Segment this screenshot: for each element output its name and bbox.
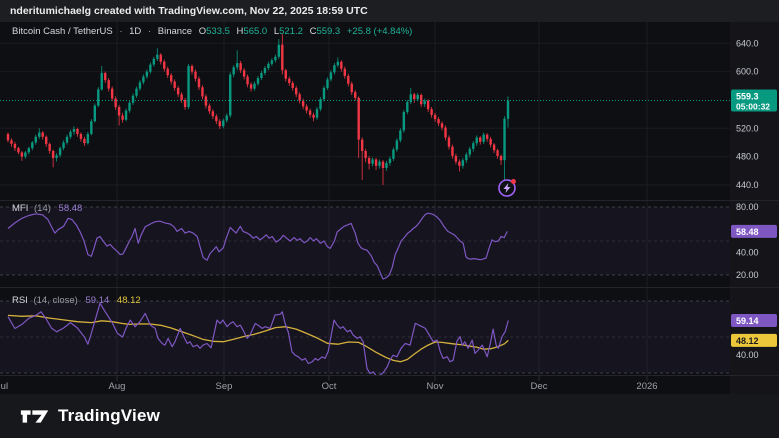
indicator-band	[0, 207, 730, 275]
rsi-value-badge: 59.14	[731, 314, 777, 327]
legend-separator: ·	[119, 26, 122, 37]
mfi-params: (14)	[34, 203, 51, 214]
price-axis-label: 600.0	[736, 67, 759, 77]
time-axis-label[interactable]: Nov	[427, 381, 444, 392]
ohlc-high-value: 565.0	[243, 26, 267, 37]
rsi-ma-value: 48.12	[117, 295, 141, 306]
indicator-band	[0, 301, 730, 373]
mfi-axis-label: 40.00	[736, 247, 759, 257]
rsi-axis-label: 40.00	[736, 350, 759, 360]
svg-text:05:00:32: 05:00:32	[736, 101, 770, 111]
time-axis-label[interactable]: Oct	[322, 381, 337, 392]
svg-text:59.14: 59.14	[736, 316, 759, 326]
symbol-interval[interactable]: 1D	[129, 26, 141, 37]
footer-bar: TradingView	[0, 394, 779, 438]
svg-text:58.48: 58.48	[736, 227, 759, 237]
price-axis-label: 640.0	[736, 38, 759, 48]
symbol-title[interactable]: Bitcoin Cash / TetherUS	[12, 26, 113, 37]
mfi-legend[interactable]: MFI (14) 58.48	[12, 203, 87, 214]
chart-canvas[interactable]: 640.0 600.0 520.0 480.0 440.0 80.00 40.00 20.00…	[0, 0, 779, 438]
svg-text:48.12: 48.12	[736, 336, 759, 346]
symbol-legend[interactable]: Bitcoin Cash / TetherUS · 1D · Binance O…	[12, 26, 416, 37]
mfi-value-badge: 58.48	[731, 225, 777, 238]
time-axis-label[interactable]: Sep	[216, 381, 233, 392]
ohlc-open-value: 533.5	[206, 26, 230, 37]
rsi-value: 59.14	[85, 295, 109, 306]
time-axis-label[interactable]: Dec	[531, 381, 548, 392]
attribution-text: nderitumichaelg created with TradingView…	[10, 5, 368, 17]
rsi-ma-value-badge: 48.12	[731, 334, 777, 347]
rsi-label[interactable]: RSI	[12, 295, 28, 306]
symbol-exchange: Binance	[158, 26, 192, 37]
mfi-label[interactable]: MFI	[12, 203, 28, 214]
svg-text:559.3: 559.3	[736, 91, 759, 101]
time-axis-label[interactable]: 2026	[636, 381, 657, 392]
attribution-bar: nderitumichaelg created with TradingView…	[0, 0, 779, 22]
change-value: +25.8 (+4.84%)	[347, 26, 413, 37]
price-axis-label: 480.0	[736, 152, 759, 162]
brand-name[interactable]: TradingView	[58, 406, 160, 426]
ohlc-close-value: 559.3	[316, 26, 340, 37]
tradingview-logo-icon[interactable]	[20, 408, 50, 425]
price-axis-label: 440.0	[736, 180, 759, 190]
price-axis-label: 520.0	[736, 123, 759, 133]
time-axis-label[interactable]: Aug	[109, 381, 126, 392]
ohlc-low-value: 521.2	[279, 26, 303, 37]
time-axis-label[interactable]: Jul	[0, 381, 8, 392]
legend-separator: ·	[148, 26, 151, 37]
mfi-axis-label: 80.00	[736, 202, 759, 212]
mfi-value: 58.48	[59, 203, 83, 214]
current-price-badge: 559.305:00:32	[731, 89, 777, 111]
tradingview-snapshot: { "attribution": "nderitumichaelg create…	[0, 0, 779, 438]
mfi-axis-label: 20.00	[736, 270, 759, 280]
rsi-params: (14, close)	[33, 295, 77, 306]
rsi-legend[interactable]: RSI (14, close) 59.14 48.12	[12, 295, 146, 306]
